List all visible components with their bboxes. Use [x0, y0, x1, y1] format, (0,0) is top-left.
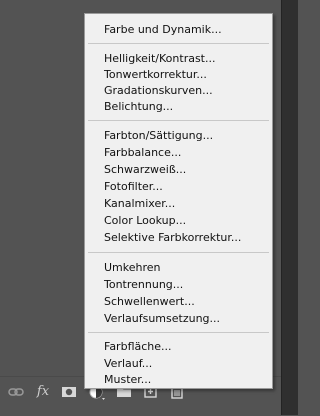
menu-item-umkehren[interactable]: Umkehren [104, 260, 161, 276]
menu-item-color-lookup[interactable]: Color Lookup... [104, 213, 186, 229]
menu-item-farbbalance[interactable]: Farbbalance... [104, 145, 181, 161]
menu-item-muster[interactable]: Muster... [104, 372, 151, 388]
menu-item-farbe-und-dynamik[interactable]: Farbe und Dynamik... [104, 22, 222, 38]
menu-item-verlauf[interactable]: Verlauf... [104, 356, 152, 372]
menu-item-tonwertkorrektur[interactable]: Tonwertkorrektur... [104, 67, 207, 83]
menu-separator [88, 120, 269, 121]
mask-icon[interactable] [61, 384, 77, 400]
menu-item-selektive-farbkorrektur[interactable]: Selektive Farbkorrektur... [104, 230, 241, 246]
link-icon[interactable] [8, 384, 24, 400]
menu-item-schwarzweiss[interactable]: Schwarzweiß... [104, 162, 186, 178]
menu-item-schwellenwert[interactable]: Schwellenwert... [104, 294, 195, 310]
fx-label: fx [36, 384, 50, 399]
menu-item-farbflaeche[interactable]: Farbfläche... [104, 339, 172, 355]
menu-separator [88, 43, 269, 44]
menu-item-fotofilter[interactable]: Fotofilter... [104, 179, 163, 195]
fx-icon[interactable]: fx [34, 384, 52, 400]
menu-separator [88, 252, 269, 253]
menu-item-tontrennung[interactable]: Tontrennung... [104, 277, 183, 293]
menu-item-gradationskurven[interactable]: Gradationskurven... [104, 83, 213, 99]
menu-item-helligkeit-kontrast[interactable]: Helligkeit/Kontrast... [104, 51, 216, 67]
adjustment-layer-menu: Farbe und Dynamik... Helligkeit/Kontrast… [84, 13, 273, 389]
menu-separator [88, 332, 269, 333]
menu-item-verlaufsumsetzung[interactable]: Verlaufsumsetzung... [104, 311, 220, 327]
menu-item-belichtung[interactable]: Belichtung... [104, 99, 173, 115]
menu-item-kanalmixer[interactable]: Kanalmixer... [104, 196, 175, 212]
menu-item-farbton-saettigung[interactable]: Farbton/Sättigung... [104, 128, 213, 144]
panel-scrollbar-strip [281, 0, 298, 415]
